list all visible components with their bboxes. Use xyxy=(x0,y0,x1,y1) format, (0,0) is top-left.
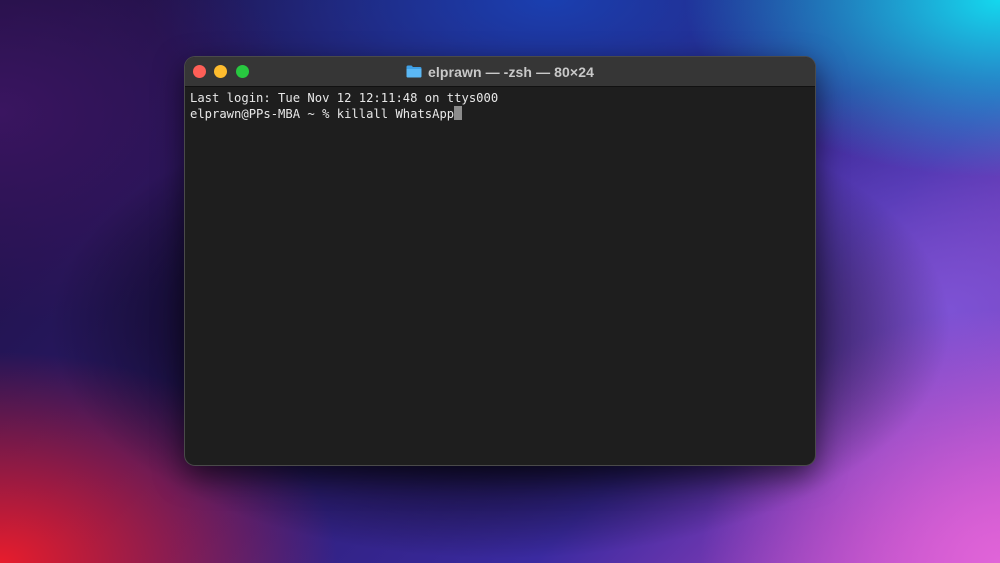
folder-icon xyxy=(406,65,422,78)
terminal-prompt-line[interactable]: elprawn@PPs-MBA ~ % killall WhatsApp xyxy=(190,106,810,121)
terminal-line-last-login: Last login: Tue Nov 12 12:11:48 on ttys0… xyxy=(190,91,499,105)
terminal-command: elprawn@PPs-MBA ~ % killall WhatsApp xyxy=(190,107,455,121)
window-title-group: elprawn — -zsh — 80×24 xyxy=(185,57,815,86)
window-titlebar[interactable]: elprawn — -zsh — 80×24 xyxy=(185,57,815,87)
window-title: elprawn — -zsh — 80×24 xyxy=(428,63,594,80)
text-cursor xyxy=(454,106,463,120)
terminal-content[interactable]: Last login: Tue Nov 12 12:11:48 on ttys0… xyxy=(185,87,815,125)
terminal-window[interactable]: elprawn — -zsh — 80×24 Last login: Tue N… xyxy=(185,57,815,465)
